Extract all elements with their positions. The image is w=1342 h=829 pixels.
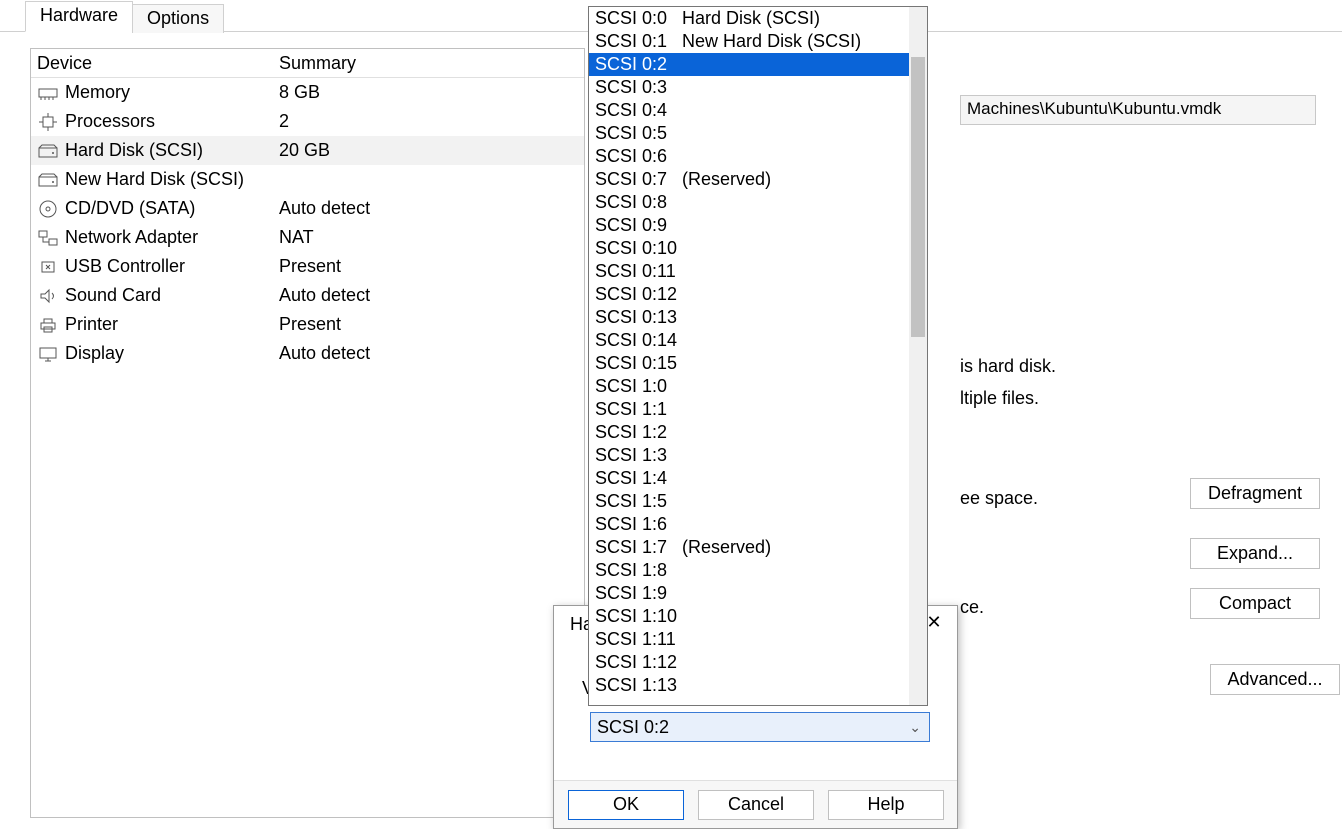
device-name: Network Adapter: [65, 227, 198, 248]
device-row[interactable]: Sound Card Auto detect: [31, 281, 584, 310]
dropdown-item[interactable]: SCSI 1:6: [589, 513, 927, 536]
dropdown-item[interactable]: SCSI 1:0: [589, 375, 927, 398]
device-row[interactable]: Memory 8 GB: [31, 78, 584, 107]
dropdown-item[interactable]: SCSI 1:4: [589, 467, 927, 490]
dropdown-item[interactable]: SCSI 0:3: [589, 76, 927, 99]
cpu-icon: [37, 113, 59, 131]
hdd-icon: [37, 171, 59, 189]
tab-hardware[interactable]: Hardware: [25, 1, 133, 32]
device-list: Device Summary Memory 8 GB Processors 2 Hard…: [30, 48, 585, 818]
device-row[interactable]: New Hard Disk (SCSI): [31, 165, 584, 194]
virtual-device-node-combo[interactable]: SCSI 0:2 ⌄: [590, 712, 930, 742]
dropdown-item[interactable]: SCSI 1:12: [589, 651, 927, 674]
device-name: Printer: [65, 314, 118, 335]
scrollbar-thumb[interactable]: [911, 57, 925, 337]
dropdown-item[interactable]: SCSI 0:13: [589, 306, 927, 329]
device-summary: Auto detect: [271, 198, 584, 219]
dropdown-item[interactable]: SCSI 1:10: [589, 605, 927, 628]
ok-button[interactable]: OK: [568, 790, 684, 820]
dropdown-item[interactable]: SCSI 0:4: [589, 99, 927, 122]
column-header-device[interactable]: Device: [31, 53, 271, 74]
device-row[interactable]: Display Auto detect: [31, 339, 584, 368]
chevron-down-icon: ⌄: [909, 719, 921, 736]
text-ce: ce.: [960, 597, 984, 618]
device-name: New Hard Disk (SCSI): [65, 169, 244, 190]
dropdown-item[interactable]: SCSI 0:9: [589, 214, 927, 237]
device-row[interactable]: Printer Present: [31, 310, 584, 339]
defragment-button[interactable]: Defragment: [1190, 478, 1320, 509]
cd-icon: [37, 200, 59, 218]
memory-icon: [37, 84, 59, 102]
dropdown-item[interactable]: SCSI 1:1: [589, 398, 927, 421]
device-row[interactable]: USB Controller Present: [31, 252, 584, 281]
text-hard-disk: is hard disk.: [960, 356, 1056, 377]
text-multiple-files: ltiple files.: [960, 388, 1039, 409]
device-name: Display: [65, 343, 124, 364]
device-row[interactable]: Hard Disk (SCSI) 20 GB: [31, 136, 584, 165]
dropdown-item[interactable]: SCSI 1:5: [589, 490, 927, 513]
disk-file-field[interactable]: Machines\Kubuntu\Kubuntu.vmdk: [960, 95, 1316, 125]
dropdown-item[interactable]: SCSI 0:8: [589, 191, 927, 214]
dropdown-item[interactable]: SCSI 0:1 New Hard Disk (SCSI): [589, 30, 927, 53]
nic-icon: [37, 229, 59, 247]
dropdown-item[interactable]: SCSI 1:13: [589, 674, 927, 697]
sound-icon: [37, 287, 59, 305]
hdd-icon: [37, 142, 59, 160]
device-summary: Auto detect: [271, 285, 584, 306]
expand-button[interactable]: Expand...: [1190, 538, 1320, 569]
dropdown-item[interactable]: SCSI 0:2: [589, 53, 927, 76]
dropdown-item[interactable]: SCSI 0:5: [589, 122, 927, 145]
dropdown-item[interactable]: SCSI 1:3: [589, 444, 927, 467]
dropdown-item[interactable]: SCSI 0:11: [589, 260, 927, 283]
device-summary: NAT: [271, 227, 584, 248]
device-summary: Present: [271, 256, 584, 277]
device-row[interactable]: CD/DVD (SATA) Auto detect: [31, 194, 584, 223]
dropdown-item[interactable]: SCSI 0:6: [589, 145, 927, 168]
advanced-button[interactable]: Advanced...: [1210, 664, 1340, 695]
dropdown-item[interactable]: SCSI 0:7 (Reserved): [589, 168, 927, 191]
printer-icon: [37, 316, 59, 334]
device-row[interactable]: Processors 2: [31, 107, 584, 136]
cancel-button[interactable]: Cancel: [698, 790, 814, 820]
scrollbar[interactable]: [909, 7, 927, 705]
device-summary: Auto detect: [271, 343, 584, 364]
device-row[interactable]: Network Adapter NAT: [31, 223, 584, 252]
device-summary: 8 GB: [271, 82, 584, 103]
dropdown-item[interactable]: SCSI 0:15: [589, 352, 927, 375]
dropdown-item[interactable]: SCSI 0:0 Hard Disk (SCSI): [589, 7, 927, 30]
dropdown-item[interactable]: SCSI 1:7 (Reserved): [589, 536, 927, 559]
device-node-dropdown[interactable]: SCSI 0:0 Hard Disk (SCSI)SCSI 0:1 New Ha…: [588, 6, 928, 706]
device-name: CD/DVD (SATA): [65, 198, 195, 219]
usb-icon: [37, 258, 59, 276]
tab-options[interactable]: Options: [132, 4, 224, 33]
display-icon: [37, 345, 59, 363]
text-free-space: ee space.: [960, 488, 1038, 509]
dropdown-item[interactable]: SCSI 1:2: [589, 421, 927, 444]
column-header-summary[interactable]: Summary: [271, 53, 584, 74]
dropdown-item[interactable]: SCSI 0:12: [589, 283, 927, 306]
device-summary: 2: [271, 111, 584, 132]
device-summary: Present: [271, 314, 584, 335]
device-name: USB Controller: [65, 256, 185, 277]
device-summary: 20 GB: [271, 140, 584, 161]
help-button[interactable]: Help: [828, 790, 944, 820]
device-list-header: Device Summary: [31, 49, 584, 78]
advanced-dialog-buttons: OK Cancel Help: [554, 780, 957, 828]
compact-button[interactable]: Compact: [1190, 588, 1320, 619]
dropdown-item[interactable]: SCSI 1:9: [589, 582, 927, 605]
dropdown-item[interactable]: SCSI 1:11: [589, 628, 927, 651]
dropdown-item[interactable]: SCSI 0:14: [589, 329, 927, 352]
dropdown-item[interactable]: SCSI 1:8: [589, 559, 927, 582]
device-name: Sound Card: [65, 285, 161, 306]
combo-value: SCSI 0:2: [597, 717, 669, 738]
device-name: Hard Disk (SCSI): [65, 140, 203, 161]
device-name: Memory: [65, 82, 130, 103]
device-name: Processors: [65, 111, 155, 132]
dropdown-item[interactable]: SCSI 0:10: [589, 237, 927, 260]
